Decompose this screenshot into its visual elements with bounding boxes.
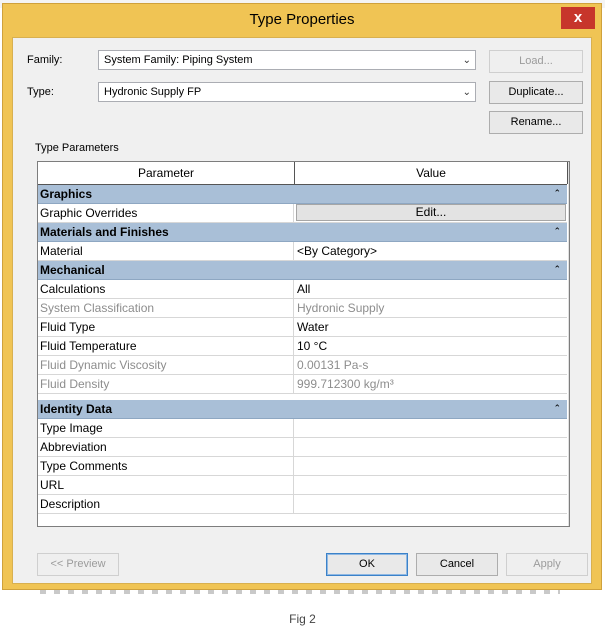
chevron-down-icon: ⌄ [462, 87, 471, 98]
dialog-client-area: Family: System Family: Piping System ⌄ L… [12, 37, 592, 584]
param-cell: Graphic Overrides [38, 204, 294, 222]
param-cell: URL [38, 476, 294, 494]
double-chevron-up-icon[interactable]: ⌃ [553, 224, 561, 238]
chevron-down-icon: ⌄ [462, 55, 471, 66]
param-cell: Abbreviation [38, 438, 294, 456]
ok-button[interactable]: OK [326, 553, 408, 576]
param-cell: Description [38, 495, 294, 513]
group-identity-data[interactable]: Identity Data ⌃ [38, 400, 567, 419]
type-dropdown[interactable]: Hydronic Supply FP ⌄ [98, 82, 476, 102]
cancel-button[interactable]: Cancel [416, 553, 498, 576]
value-cell[interactable] [295, 419, 567, 437]
table-row[interactable]: Type Image [38, 419, 567, 438]
family-label: Family: [27, 54, 63, 66]
rename-button[interactable]: Rename... [489, 111, 583, 134]
value-cell[interactable] [295, 476, 567, 494]
param-cell: Type Comments [38, 457, 294, 475]
param-cell: Fluid Density [38, 375, 294, 393]
header-value[interactable]: Value [295, 162, 568, 184]
param-cell: Fluid Dynamic Viscosity [38, 356, 294, 374]
background-text-bottom [40, 590, 560, 594]
scroll-up-icon[interactable]: ▲ [569, 164, 570, 174]
type-parameters-label: Type Parameters [35, 142, 119, 154]
group-materials[interactable]: Materials and Finishes ⌃ [38, 223, 567, 242]
family-value: System Family: Piping System [104, 54, 253, 66]
value-cell: 0.00131 Pa-s [297, 358, 369, 372]
param-cell: Fluid Type [38, 318, 294, 336]
table-row[interactable]: Fluid Type Water [38, 318, 567, 337]
header-parameter[interactable]: Parameter [38, 162, 295, 184]
scroll-down-icon[interactable]: ▼ [569, 514, 570, 524]
table-row[interactable]: Material <By Category> [38, 242, 567, 261]
group-title: Materials and Finishes [40, 225, 169, 239]
table-row[interactable]: Type Comments [38, 457, 567, 476]
duplicate-button[interactable]: Duplicate... [489, 81, 583, 104]
table-row[interactable]: URL [38, 476, 567, 495]
double-chevron-up-icon[interactable]: ⌃ [553, 186, 561, 200]
edit-button[interactable]: Edit... [296, 204, 566, 221]
table-row[interactable]: Fluid Temperature 10 °C [38, 337, 567, 356]
table-row: System Classification Hydronic Supply [38, 299, 567, 318]
value-cell: Edit... [295, 204, 567, 222]
param-cell: Calculations [38, 280, 294, 298]
param-cell: Type Image [38, 419, 294, 437]
group-graphics[interactable]: Graphics ⌃ [38, 185, 567, 204]
group-title: Graphics [40, 187, 93, 201]
value-cell[interactable]: All [295, 280, 567, 298]
table-row[interactable]: Description [38, 495, 567, 514]
close-button[interactable]: x [561, 7, 595, 29]
dialog-title: Type Properties [249, 11, 355, 28]
double-chevron-up-icon[interactable]: ⌃ [553, 401, 561, 415]
type-value: Hydronic Supply FP [104, 86, 202, 98]
group-mechanical[interactable]: Mechanical ⌃ [38, 261, 567, 280]
type-properties-dialog: Type Properties x Family: System Family:… [2, 3, 602, 590]
table-row: Fluid Dynamic Viscosity 0.00131 Pa-s [38, 356, 567, 375]
close-icon: x [573, 9, 583, 26]
value-cell[interactable]: Water [295, 318, 567, 336]
value-cell[interactable] [295, 495, 567, 513]
type-label: Type: [27, 86, 54, 98]
table-row[interactable]: Calculations All [38, 280, 567, 299]
vertical-scrollbar[interactable]: ▲ ▼ [568, 162, 570, 526]
type-parameters-grid: Parameter Value Graphics ⌃ Graphic Overr… [37, 161, 570, 527]
load-button[interactable]: Load... [489, 50, 583, 73]
table-row[interactable]: Abbreviation [38, 438, 567, 457]
table-row: Fluid Density 999.712300 kg/m³ [38, 375, 567, 394]
param-cell: Material [38, 242, 294, 260]
value-cell[interactable]: 10 °C [295, 337, 567, 355]
family-dropdown[interactable]: System Family: Piping System ⌄ [98, 50, 476, 70]
preview-button[interactable]: << Preview [37, 553, 119, 576]
value-cell: Hydronic Supply [297, 301, 385, 315]
apply-button[interactable]: Apply [506, 553, 588, 576]
figure-caption: Fig 2 [289, 612, 316, 626]
table-row: Graphic Overrides Edit... [38, 204, 567, 223]
value-cell[interactable] [295, 438, 567, 456]
group-title: Identity Data [40, 402, 113, 416]
param-cell: Fluid Temperature [38, 337, 294, 355]
param-cell: System Classification [38, 299, 294, 317]
double-chevron-up-icon[interactable]: ⌃ [553, 262, 561, 276]
value-cell[interactable] [295, 457, 567, 475]
group-title: Mechanical [40, 263, 105, 277]
value-cell[interactable]: <By Category> [295, 242, 567, 260]
value-cell: 999.712300 kg/m³ [297, 377, 394, 391]
grid-header: Parameter Value [38, 162, 568, 185]
